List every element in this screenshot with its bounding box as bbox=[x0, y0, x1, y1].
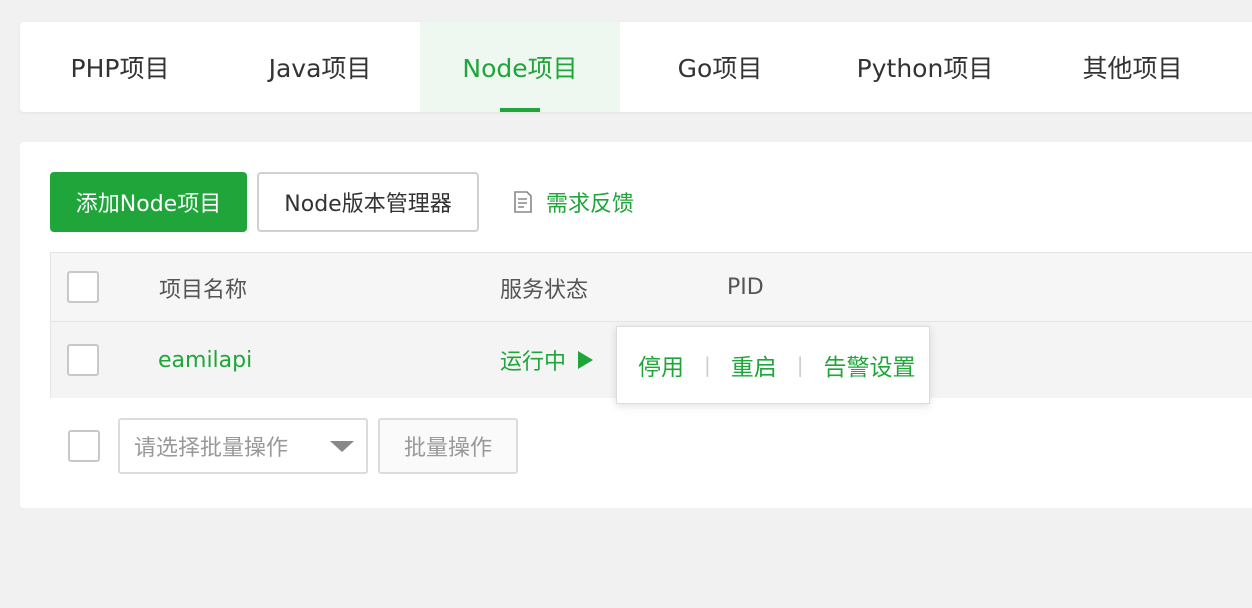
column-header-pid: PID bbox=[727, 275, 764, 300]
batch-select-placeholder: 请选择批量操作 bbox=[134, 436, 289, 461]
tab-java[interactable]: Java项目 bbox=[220, 22, 420, 112]
tab-python[interactable]: Python项目 bbox=[820, 22, 1030, 112]
feedback-link[interactable]: 需求反馈 bbox=[512, 172, 634, 232]
service-status[interactable]: 运行中 bbox=[500, 322, 594, 398]
separator: | bbox=[796, 353, 804, 377]
select-all-checkbox[interactable] bbox=[67, 271, 99, 303]
feedback-label: 需求反馈 bbox=[546, 192, 635, 217]
project-name-link[interactable]: eamilapi bbox=[158, 322, 252, 398]
chevron-down-icon bbox=[330, 441, 354, 452]
tab-go[interactable]: Go项目 bbox=[620, 22, 820, 112]
batch-select-all-checkbox[interactable] bbox=[68, 430, 100, 462]
alert-settings-action[interactable]: 告警设置 bbox=[824, 348, 916, 382]
status-label: 运行中 bbox=[500, 350, 567, 375]
table-header: 项目名称 服务状态 PID bbox=[51, 253, 1252, 322]
project-panel: 添加Node项目 Node版本管理器 需求反馈 项目名称 服务状态 PID ea… bbox=[20, 142, 1252, 508]
service-action-popover: 停用 | 重启 | 告警设置 bbox=[616, 326, 930, 404]
tab-node[interactable]: Node项目 bbox=[420, 22, 620, 112]
row-checkbox[interactable] bbox=[67, 344, 99, 376]
batch-operation-button[interactable]: 批量操作 bbox=[378, 418, 518, 474]
stop-action[interactable]: 停用 bbox=[638, 348, 684, 382]
column-header-name: 项目名称 bbox=[159, 277, 248, 303]
play-icon bbox=[578, 351, 594, 369]
separator: | bbox=[704, 353, 711, 377]
node-version-manager-button[interactable]: Node版本管理器 bbox=[257, 172, 479, 232]
tab-php[interactable]: PHP项目 bbox=[20, 22, 220, 112]
tab-other[interactable]: 其他项目 bbox=[1030, 22, 1235, 112]
column-header-status: 服务状态 bbox=[500, 277, 589, 303]
add-node-project-button[interactable]: 添加Node项目 bbox=[50, 172, 247, 232]
project-type-tabs: PHP项目 Java项目 Node项目 Go项目 Python项目 其他项目 bbox=[20, 22, 1252, 112]
edit-note-icon bbox=[514, 191, 532, 213]
restart-action[interactable]: 重启 bbox=[731, 348, 777, 382]
batch-operation-select[interactable]: 请选择批量操作 bbox=[118, 418, 368, 474]
